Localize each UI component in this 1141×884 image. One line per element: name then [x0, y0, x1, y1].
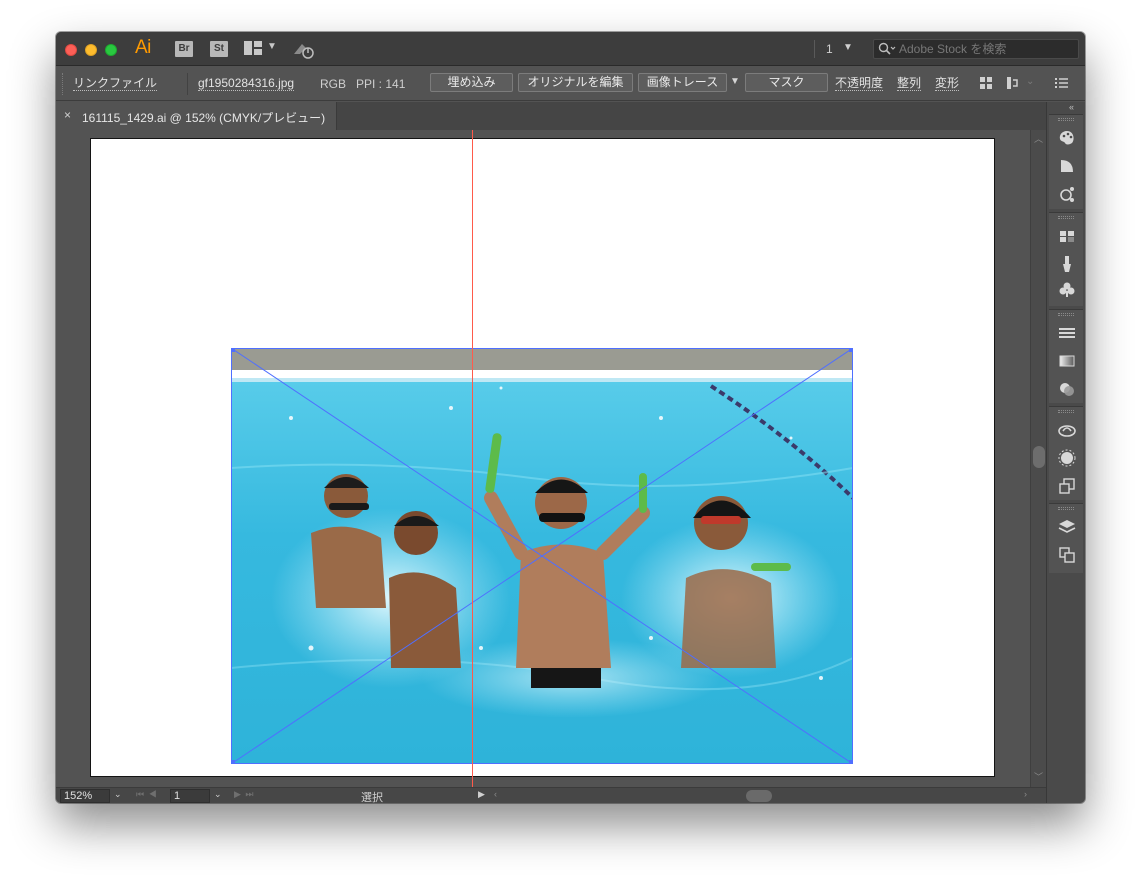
panel-menu-icon[interactable] — [1055, 76, 1069, 90]
status-text: 選択 — [361, 792, 383, 803]
cc-libraries-icon[interactable] — [1058, 421, 1076, 439]
illustrator-logo: Ai — [135, 37, 151, 58]
appearance-icon[interactable] — [1058, 449, 1076, 467]
transparency-icon[interactable] — [1058, 380, 1076, 398]
gpu-performance-icon[interactable] — [292, 40, 316, 60]
vertical-scrollbar[interactable]: ︿ ﹀ — [1030, 130, 1046, 787]
chevron-down-icon[interactable]: ▼ — [267, 41, 277, 52]
layers-icon[interactable] — [1058, 518, 1076, 536]
drag-handle[interactable] — [1058, 507, 1074, 510]
search-icon — [878, 42, 896, 55]
embed-button[interactable]: 埋め込み — [430, 73, 513, 92]
ppi-label: PPI : 141 — [356, 77, 406, 91]
chevron-down-icon[interactable]: ▼ — [843, 42, 853, 53]
stroke-icon[interactable] — [1058, 324, 1076, 342]
dock-group-layers — [1049, 503, 1083, 573]
chevron-down-icon[interactable]: ⌄ — [214, 789, 222, 800]
horizontal-scroll-thumb[interactable] — [746, 790, 772, 802]
artboard-selector[interactable]: 1 — [826, 42, 833, 56]
file-name-link[interactable]: gf1950284316.jpg — [198, 76, 295, 91]
collapse-panels-icon[interactable]: « — [1069, 102, 1074, 112]
control-bar: リンクファイル gf1950284316.jpg RGB PPI : 141 埋… — [56, 67, 1085, 101]
graphic-styles-icon[interactable] — [1058, 477, 1076, 495]
distribute-icon[interactable] — [1006, 76, 1020, 90]
document-tab-bar: × 161115_1429.ai @ 152% (CMYK/プレビュー) — [56, 102, 1046, 130]
divider — [814, 40, 815, 58]
play-status-icon[interactable]: ▶ — [478, 789, 485, 800]
opacity-link[interactable]: 不透明度 — [835, 76, 884, 91]
mask-button[interactable]: マスク — [745, 73, 828, 92]
horizontal-scrollbar[interactable]: ▶ ‹ › — [476, 788, 1046, 803]
stock-search-input[interactable] — [899, 41, 1075, 57]
image-trace-button[interactable]: 画像トレース — [638, 73, 727, 92]
bridge-button[interactable]: Br — [175, 41, 193, 57]
drag-handle[interactable] — [1058, 313, 1074, 316]
gradient-panel-icon[interactable] — [1058, 352, 1076, 370]
edit-original-button[interactable]: オリジナルを編集 — [518, 73, 633, 92]
chevron-down-icon[interactable]: ▼ — [730, 76, 740, 87]
minimize-window-button[interactable] — [85, 44, 97, 56]
color-mode-label: RGB — [320, 77, 347, 91]
title-bar: Ai Br St ▼ 1 ▼ — [56, 32, 1085, 66]
illustrator-window: Ai Br St ▼ 1 ▼ リンクファイル gf19 — [56, 32, 1085, 803]
color-palette-icon[interactable] — [1058, 129, 1076, 147]
scroll-down-icon[interactable]: ﹀ — [1034, 770, 1043, 783]
next-artboard-icon[interactable]: ▶ ⏭ — [234, 789, 255, 800]
vertical-scroll-thumb[interactable] — [1033, 446, 1045, 468]
scroll-right-icon[interactable]: › — [1024, 789, 1027, 799]
vertical-guide[interactable] — [472, 130, 473, 787]
artboards-icon[interactable] — [1058, 546, 1076, 564]
control-bar-grip[interactable] — [62, 73, 64, 95]
status-bar: 152% ⌄ ⏮ ◀ 1 ⌄ ▶ ⏭ 選択 ▶ ‹ › — [56, 787, 1046, 803]
arrange-documents-icon[interactable] — [244, 41, 262, 55]
brushes-icon[interactable] — [1058, 255, 1076, 273]
placed-image[interactable] — [231, 348, 853, 764]
stock-button[interactable]: St — [210, 41, 228, 57]
artboard-number-field[interactable]: 1 — [170, 789, 210, 803]
drag-handle[interactable] — [1058, 118, 1074, 121]
document-title: 161115_1429.ai @ 152% (CMYK/プレビュー) — [82, 111, 326, 125]
dock-group-libraries — [1049, 406, 1083, 500]
document-tab[interactable]: × 161115_1429.ai @ 152% (CMYK/プレビュー) — [56, 102, 337, 130]
scroll-left-icon[interactable]: ‹ — [494, 789, 497, 799]
dock-group-swatches — [1049, 212, 1083, 306]
stock-search-field[interactable] — [873, 39, 1079, 59]
swatches-icon[interactable] — [1058, 227, 1076, 245]
align-link[interactable]: 整列 — [897, 76, 922, 91]
panel-dock: « — [1046, 102, 1085, 803]
divider — [187, 73, 188, 95]
align-grid-icon[interactable] — [979, 76, 993, 90]
first-artboard-icon[interactable]: ⏮ ◀ — [136, 789, 158, 800]
dock-group-stroke — [1049, 309, 1083, 403]
zoom-field[interactable]: 152% — [60, 789, 110, 803]
chevron-down-icon[interactable]: ⌄ — [114, 789, 122, 800]
transform-link[interactable]: 変形 — [935, 76, 960, 91]
linked-file-link[interactable]: リンクファイル — [73, 76, 158, 91]
chevron-down-icon[interactable]: ⌄ — [1026, 76, 1034, 87]
drag-handle[interactable] — [1058, 410, 1074, 413]
symbols-icon[interactable] — [1058, 185, 1076, 203]
close-tab-icon[interactable]: × — [64, 108, 71, 122]
canvas-area[interactable] — [56, 130, 1030, 787]
drag-handle[interactable] — [1058, 216, 1074, 219]
zoom-window-button[interactable] — [105, 44, 117, 56]
gradient-icon[interactable] — [1058, 157, 1076, 175]
scroll-up-icon[interactable]: ︿ — [1034, 132, 1043, 145]
symbol-club-icon[interactable] — [1058, 281, 1076, 299]
close-window-button[interactable] — [65, 44, 77, 56]
dock-group-color — [1049, 114, 1083, 209]
